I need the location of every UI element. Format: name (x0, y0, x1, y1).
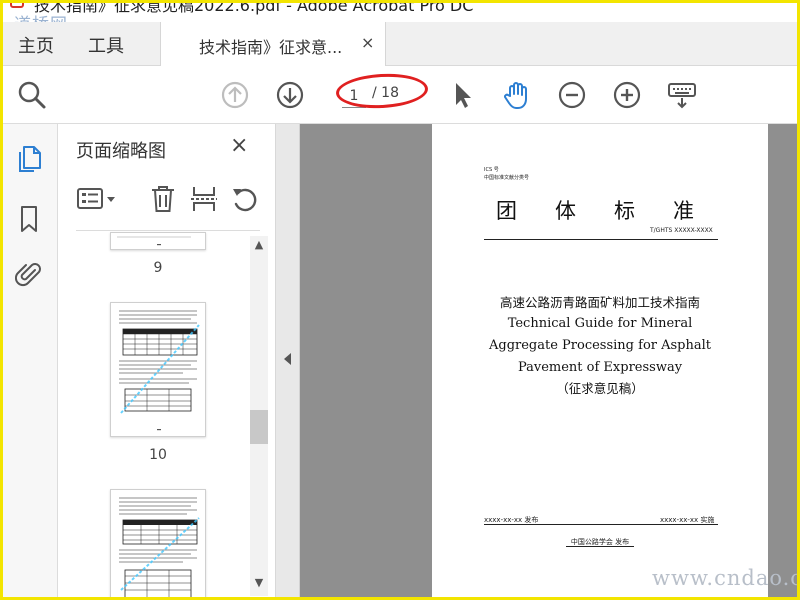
delete-icon[interactable] (148, 184, 178, 214)
toolbar: 1 / 18 (0, 66, 800, 124)
standard-code: T/GHTS XXXXX-XXXX (650, 227, 713, 234)
tab-close-icon[interactable]: × (361, 33, 374, 52)
thumbnail-page-number: 9 (153, 260, 163, 276)
thumbnail-page-number: 10 (149, 447, 167, 463)
thumbnail-page-9-preview (117, 236, 191, 246)
window-titlebar: 技术指南》征求意见稿2022.6.pdf - Adobe Acrobat Pro… (0, 0, 800, 22)
heading-char: 团 (496, 199, 517, 223)
thumbnail-page-11[interactable] (110, 489, 206, 600)
heading-char: 准 (673, 199, 694, 223)
chinese-title: 高速公路沥青路面矿料加工技术指南 (499, 295, 700, 310)
hand-icon[interactable] (501, 79, 533, 111)
footer-rule (484, 524, 718, 525)
window-title: 技术指南》征求意见稿2022.6.pdf - Adobe Acrobat Pro… (34, 0, 474, 15)
select-arrow-icon[interactable] (446, 79, 478, 111)
english-title: Technical Guide for Mineral Aggregate Pr… (488, 316, 712, 375)
standard-heading: 团体标准 (496, 195, 732, 225)
scroll-down-icon[interactable]: ▼ (250, 576, 268, 589)
watermark-bottom: www.cndao.c (652, 566, 800, 590)
heading-char: 标 (614, 199, 635, 223)
attachment-icon[interactable] (15, 260, 43, 290)
thumbnail-page-9[interactable] (110, 232, 206, 250)
thumbnail-options-icon[interactable] (76, 184, 118, 214)
panel-close-icon[interactable]: × (230, 133, 248, 158)
panel-collapse-strip[interactable] (276, 124, 300, 600)
keyboard-icon[interactable] (666, 79, 698, 111)
thumbnail-page-10[interactable] (110, 302, 206, 437)
scroll-up-icon[interactable]: ▲ (250, 238, 268, 251)
panel-divider (76, 230, 260, 231)
panel-title: 页面缩略图 (76, 141, 166, 162)
thumbnails-panel: 页面缩略图 × 9 10 ▲ ▼ (58, 124, 276, 600)
header-rule (484, 239, 718, 240)
tab-document-label: 技术指南》征求意... (199, 38, 343, 57)
tab-home[interactable]: 主页 (18, 32, 54, 58)
page-down-icon[interactable] (274, 79, 306, 111)
tab-row: 主页 工具 技术指南》征求意... × (0, 22, 800, 66)
tab-tools[interactable]: 工具 (88, 32, 124, 58)
page-up-icon[interactable] (219, 79, 251, 111)
navigation-rail (0, 124, 58, 600)
ics-label: ICS 号 (484, 167, 499, 173)
insert-page-icon[interactable] (189, 184, 219, 214)
red-ellipse-annotation (335, 71, 429, 111)
publisher-underline (566, 546, 634, 547)
zoom-in-icon[interactable] (611, 79, 643, 111)
draft-note: （征求意见稿） (556, 381, 644, 396)
page-thumbnails-icon[interactable] (15, 144, 43, 174)
zoom-out-icon[interactable] (556, 79, 588, 111)
scrollbar-thumb[interactable] (250, 410, 268, 444)
acrobat-app-icon (10, 0, 24, 8)
thumbnail-page-11-preview (119, 497, 200, 599)
document-canvas[interactable]: ICS 号 中国标准文献分类号 团 体 标 准 T/GHTS XXXXX-XXXX 高… (300, 124, 800, 600)
classification-label: 中国标准文献分类号 (484, 175, 530, 181)
thumbnail-page-10-preview (119, 310, 200, 431)
bookmark-icon[interactable] (15, 204, 43, 234)
search-icon[interactable] (16, 79, 48, 111)
document-page: ICS 号 中国标准文献分类号 团 体 标 准 T/GHTS XXXXX-XXXX 高… (432, 124, 768, 600)
heading-char: 体 (555, 199, 576, 223)
tab-document[interactable]: 技术指南》征求意... × (160, 22, 386, 66)
collapse-arrow-icon[interactable] (284, 353, 291, 365)
rotate-icon[interactable] (230, 184, 260, 214)
